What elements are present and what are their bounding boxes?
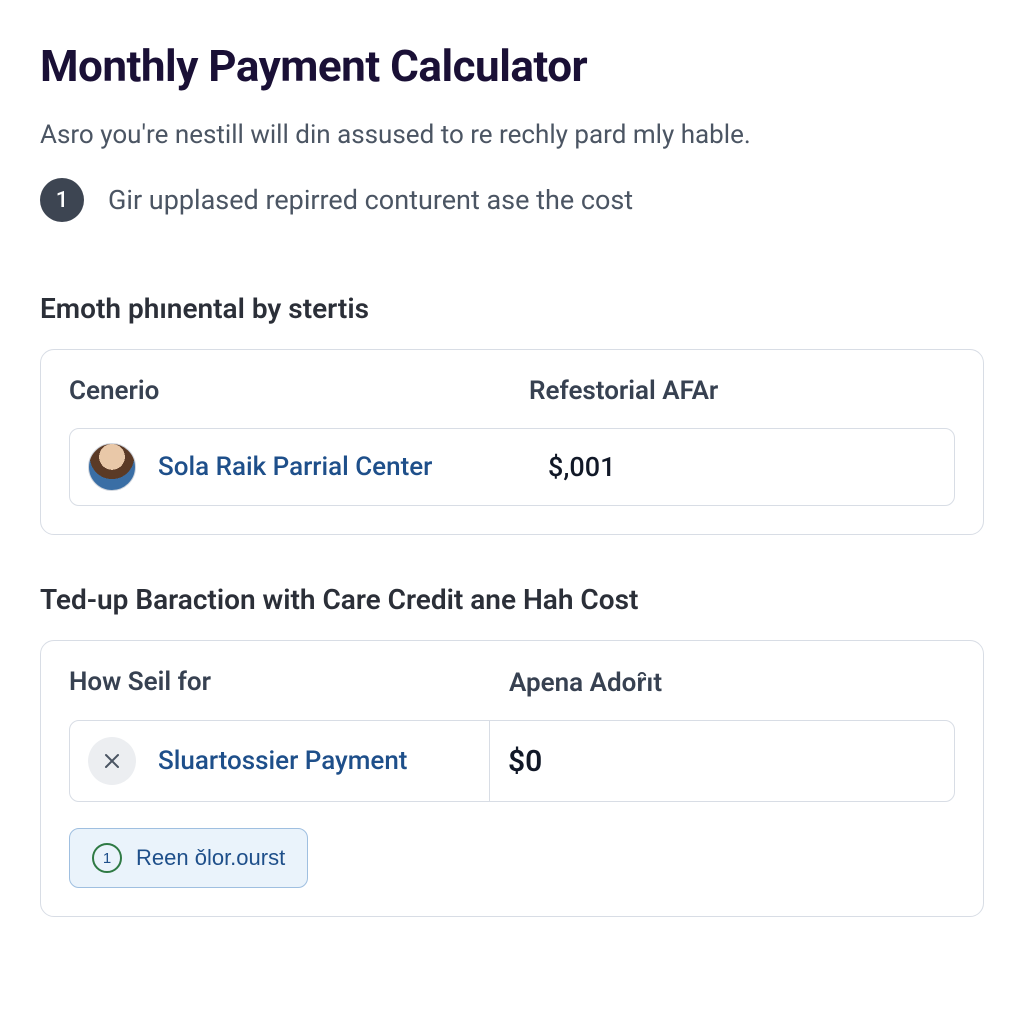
scenario-panel: Cenerio Refestorial AFAr Sola Raik Parri… xyxy=(40,349,984,535)
x-glyph xyxy=(103,752,121,770)
info-icon: 1 xyxy=(92,843,122,873)
scenario-row-label[interactable]: Sola Raik Parrial Center xyxy=(158,452,432,482)
result-button-label: Reen ǒlor.ourst xyxy=(136,845,285,871)
section-2-heading: Ted-up Baraction with Care Credit ane Ha… xyxy=(40,583,984,616)
scenario-row-value: $,001 xyxy=(548,451,615,483)
avatar xyxy=(88,443,136,491)
scenario-col-2-header: Refestorial AFAr xyxy=(529,376,955,406)
scenario-col-1-header: Cenerio xyxy=(69,376,529,406)
cost-col-2-header: Apena Adoȓıt xyxy=(509,667,955,698)
cost-headers: How Seil for Apena Adoȓıt xyxy=(69,667,955,698)
section-1-heading: Emoth phınental by stertis xyxy=(40,292,984,325)
scenario-headers: Cenerio Refestorial AFAr xyxy=(69,376,955,406)
cost-col-1-header: How Seil for xyxy=(69,667,509,698)
cost-panel: How Seil for Apena Adoȓıt Sluartossier P… xyxy=(40,640,984,917)
page-title: Monthly Payment Calculator xyxy=(40,40,984,92)
page-subtitle: Asro you're nestill will din assused to … xyxy=(40,120,984,150)
scenario-row[interactable]: Sola Raik Parrial Center $,001 xyxy=(69,428,955,506)
step-number-badge: 1 xyxy=(40,178,84,222)
close-icon[interactable] xyxy=(88,737,136,785)
step-row: 1 Gir upplased repirred conturent ase th… xyxy=(40,178,984,222)
step-description: Gir upplased repirred conturent ase the … xyxy=(108,184,633,216)
cost-row-label[interactable]: Sluartossier Payment xyxy=(158,746,407,776)
cost-row-value: $0 xyxy=(508,744,542,779)
result-button[interactable]: 1 Reen ǒlor.ourst xyxy=(69,828,308,888)
cost-row: Sluartossier Payment $0 xyxy=(69,720,955,802)
